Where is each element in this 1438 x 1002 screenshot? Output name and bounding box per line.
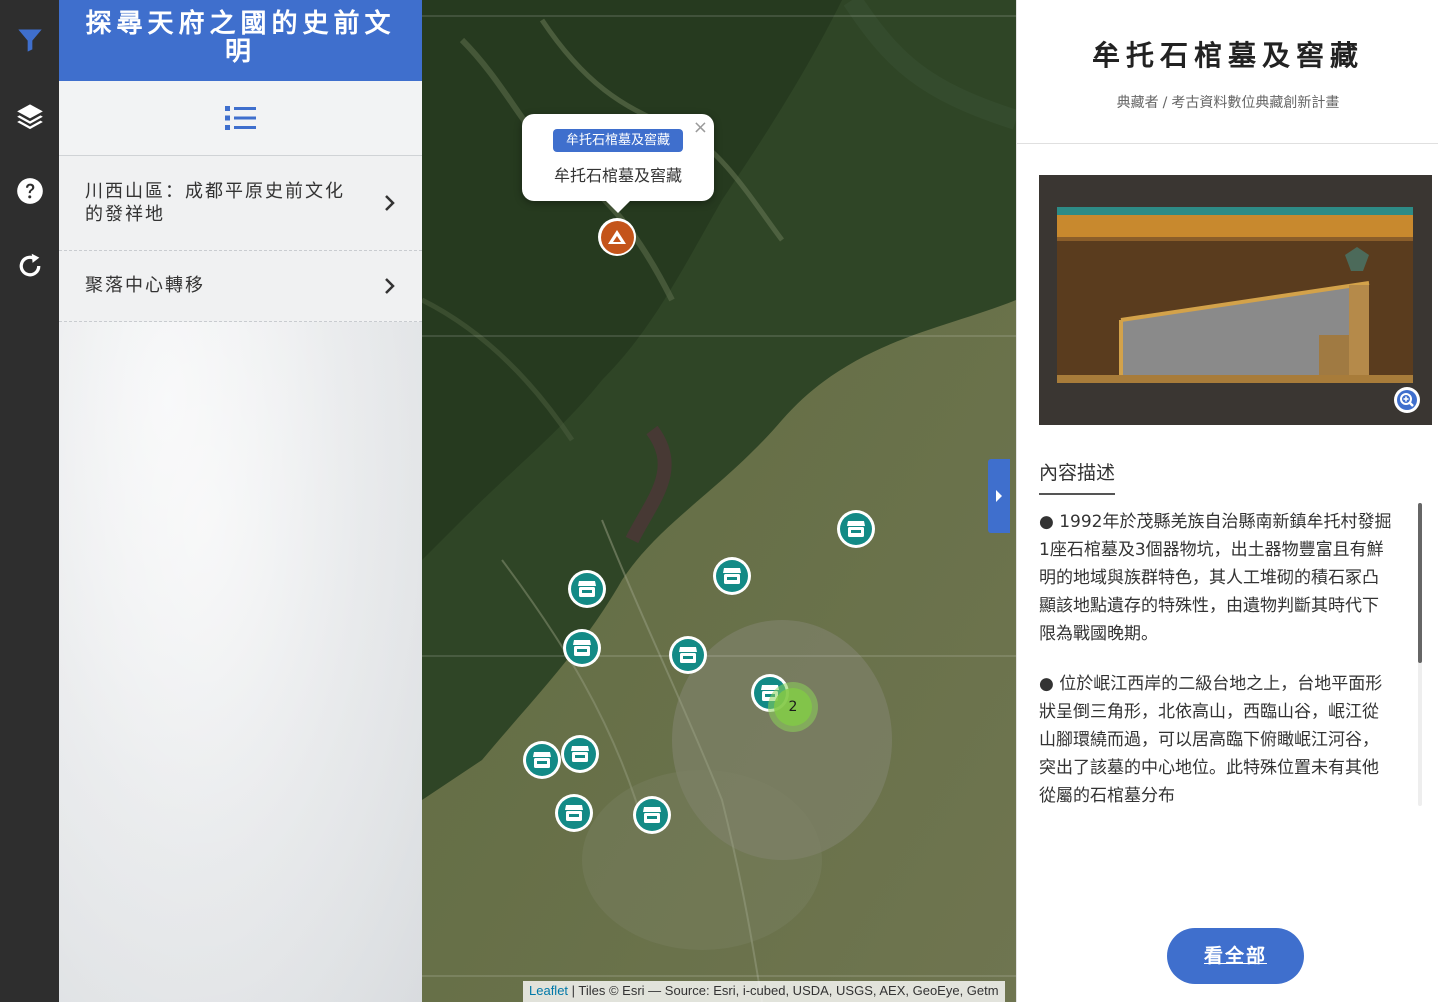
breadcrumb-separator: /: [1162, 95, 1168, 111]
site-marker[interactable]: [713, 557, 751, 595]
site-pin-mutuo[interactable]: [598, 218, 636, 256]
story-panel: 探尋天府之國的史前文明 川西山區：成都平原史前文化的發祥地 聚落中心轉移: [59, 0, 422, 1002]
description-paragraph: ● 位於岷江西岸的二級台地之上，台地平面形狀呈倒三角形，北依高山，西臨山谷，岷江…: [1039, 674, 1383, 806]
map-popup: 牟托石棺墓及窖藏 牟托石棺墓及窖藏 ×: [522, 114, 714, 213]
filter-icon: [17, 29, 42, 52]
story-item-label: 川西山區：成都平原史前文化的發祥地: [85, 181, 345, 225]
filter-button[interactable]: [0, 10, 59, 70]
museum-icon: [723, 568, 741, 584]
zoom-image-button[interactable]: [1394, 387, 1420, 413]
breadcrumb-owner[interactable]: 考古資料數位典藏創新計畫: [1171, 95, 1339, 111]
layers-icon: [16, 104, 43, 130]
detail-panel: 牟托石棺墓及窖藏 典藏者 / 考古資料數位典藏創新計畫 內容描述 ● 1992年…: [1016, 0, 1438, 1002]
popup-close-button[interactable]: ×: [693, 117, 708, 138]
story-item-label: 聚落中心轉移: [85, 275, 205, 296]
help-icon: [16, 178, 43, 204]
description-scrollbar[interactable]: [1418, 503, 1422, 806]
museum-icon: [679, 647, 697, 663]
divider: [1017, 143, 1438, 144]
story-item-origin[interactable]: 川西山區：成都平原史前文化的發祥地: [59, 156, 422, 251]
museum-icon: [571, 746, 589, 762]
description-heading: 內容描述: [1039, 458, 1116, 495]
see-all-button[interactable]: 看全部: [1167, 928, 1304, 984]
popup-text: 牟托石棺墓及窖藏: [553, 166, 682, 185]
museum-icon: [565, 805, 583, 821]
description-body[interactable]: ● 1992年於茂縣羌族自治縣南新鎮牟托村發掘1座石棺墓及3個器物坑，出土器物豐…: [1039, 508, 1394, 806]
site-marker[interactable]: [561, 735, 599, 773]
museum-icon: [643, 807, 661, 823]
museum-icon: [578, 581, 596, 597]
story-title: 探尋天府之國的史前文明: [59, 0, 422, 81]
story-item-settlement[interactable]: 聚落中心轉移: [59, 251, 422, 322]
description-paragraph: ● 1992年於茂縣羌族自治縣南新鎮牟托村發掘1座石棺墓及3個器物坑，出土器物豐…: [1039, 512, 1392, 644]
site-marker[interactable]: [837, 510, 875, 548]
cluster-count: 2: [774, 688, 812, 726]
chevron-right-icon: [385, 278, 395, 294]
breadcrumb: 典藏者 / 考古資料數位典藏創新計畫: [1017, 92, 1438, 112]
tomb-section-image[interactable]: [1039, 175, 1432, 425]
site-marker[interactable]: [523, 741, 561, 779]
tomb-cross-section-illustration: [1057, 207, 1413, 383]
list-icon: [224, 106, 256, 130]
museum-icon: [533, 752, 551, 768]
popup-badge: 牟托石棺墓及窖藏: [553, 129, 683, 152]
refresh-icon: [19, 253, 40, 277]
site-marker[interactable]: [669, 636, 707, 674]
satellite-imagery: [422, 0, 1016, 1002]
refresh-button[interactable]: [0, 236, 59, 296]
story-background: [59, 322, 422, 1002]
detail-title: 牟托石棺墓及窖藏: [1091, 39, 1364, 72]
map-view[interactable]: 牟托石棺墓及窖藏 牟托石棺墓及窖藏 × 2 Leaflet | Tiles © …: [422, 0, 1016, 1002]
icon-rail: [0, 0, 59, 1002]
help-button[interactable]: [0, 161, 59, 221]
attribution-text: | Tiles © Esri — Source: Esri, i-cubed, …: [568, 983, 999, 998]
site-marker[interactable]: [568, 570, 606, 608]
layers-button[interactable]: [0, 86, 59, 146]
panel-toggle-button[interactable]: [988, 459, 1010, 533]
scrollbar-thumb[interactable]: [1418, 503, 1422, 663]
mountain-icon: [608, 230, 626, 244]
breadcrumb-owner-label: 典藏者: [1116, 95, 1159, 111]
museum-icon: [847, 521, 865, 537]
marker-cluster[interactable]: 2: [768, 682, 818, 732]
leaflet-link[interactable]: Leaflet: [529, 983, 568, 998]
chevron-right-icon: [385, 195, 395, 211]
museum-icon: [573, 640, 591, 656]
map-attribution: Leaflet | Tiles © Esri — Source: Esri, i…: [523, 981, 1005, 1002]
caret-right-icon: [996, 490, 1002, 502]
site-marker[interactable]: [633, 796, 671, 834]
zoom-in-icon: [1397, 390, 1417, 410]
site-marker[interactable]: [555, 794, 593, 832]
chapter-list-button[interactable]: [59, 81, 422, 156]
site-marker[interactable]: [563, 629, 601, 667]
